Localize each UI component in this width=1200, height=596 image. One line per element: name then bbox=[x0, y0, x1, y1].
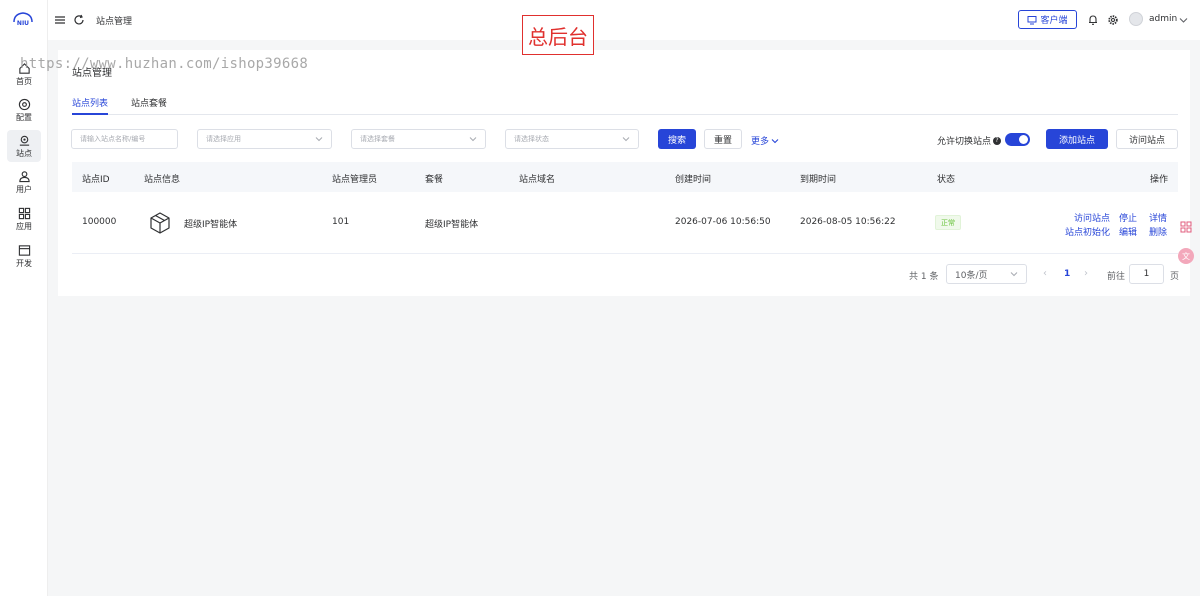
sidebar-item-sites[interactable]: 站点 bbox=[7, 130, 41, 162]
app-select-placeholder: 请选择应用 bbox=[206, 135, 241, 143]
site-name-input[interactable]: 请输入站点名称/编号 bbox=[71, 129, 178, 149]
sidebar-item-config[interactable]: 配置 bbox=[7, 94, 41, 126]
reset-button[interactable]: 重置 bbox=[704, 129, 742, 149]
th-status: 状态 bbox=[937, 175, 956, 185]
avatar[interactable] bbox=[1129, 12, 1143, 26]
site-name-placeholder: 请输入站点名称/编号 bbox=[80, 135, 146, 143]
sidebar-item-label: 应用 bbox=[16, 221, 32, 231]
logo-icon[interactable]: NIU bbox=[12, 10, 34, 28]
delete-link[interactable]: 删除 bbox=[1149, 225, 1167, 238]
stamp-label: 总后台 bbox=[522, 15, 594, 55]
th-actions: 操作 bbox=[1150, 175, 1169, 185]
breadcrumb: 站点管理 bbox=[96, 17, 133, 27]
chevron-down-icon bbox=[315, 137, 323, 142]
sidebar-item-label: 站点 bbox=[16, 148, 32, 158]
edit-link[interactable]: 编辑 bbox=[1119, 225, 1137, 238]
cell-created: 2026-07-06 10:56:50 bbox=[675, 217, 771, 227]
switch-site-label: 允许切换站点 ? bbox=[937, 134, 1002, 147]
settings-circle-icon bbox=[18, 98, 30, 110]
th-site-id: 站点ID bbox=[82, 175, 110, 185]
chevron-down-icon bbox=[771, 138, 779, 143]
goto-page-input[interactable]: 1 bbox=[1129, 264, 1164, 284]
goto-label: 前往 bbox=[1107, 272, 1126, 282]
visit-site-link[interactable]: 访问站点 bbox=[1074, 211, 1110, 224]
detail-link[interactable]: 详情 bbox=[1149, 211, 1167, 224]
th-created: 创建时间 bbox=[675, 175, 712, 185]
cube-icon bbox=[150, 212, 170, 234]
bell-icon[interactable] bbox=[1087, 14, 1099, 26]
prev-page-button[interactable]: ‹ bbox=[1043, 268, 1047, 279]
current-page[interactable]: 1 bbox=[1064, 269, 1070, 279]
th-domain: 站点域名 bbox=[519, 175, 556, 185]
package-select-placeholder: 请选择套餐 bbox=[360, 135, 395, 143]
sidebar-item-label: 用户 bbox=[16, 184, 32, 194]
package-select[interactable]: 请选择套餐 bbox=[351, 129, 486, 149]
more-filters-label: 更多 bbox=[751, 137, 770, 147]
chevron-down-icon bbox=[469, 137, 477, 142]
th-site-info: 站点信息 bbox=[144, 175, 181, 185]
tab-site-package[interactable]: 站点套餐 bbox=[131, 96, 167, 115]
site-init-link[interactable]: 站点初始化 bbox=[1065, 225, 1110, 238]
chevron-down-icon bbox=[622, 137, 630, 142]
cell-expires: 2026-08-05 10:56:22 bbox=[800, 217, 896, 227]
sidebar-item-label: 配置 bbox=[16, 112, 32, 122]
cell-site-admin: 101 bbox=[332, 217, 350, 227]
app-select[interactable]: 请选择应用 bbox=[197, 129, 332, 149]
username[interactable]: admin bbox=[1149, 14, 1177, 24]
logo-text: NIU bbox=[17, 20, 29, 27]
tab-site-list[interactable]: 站点列表 bbox=[72, 96, 109, 115]
refresh-icon[interactable] bbox=[73, 14, 85, 26]
location-icon bbox=[19, 135, 29, 146]
stop-link[interactable]: 停止 bbox=[1119, 211, 1137, 224]
sidebar-item-dev[interactable]: 开发 bbox=[7, 240, 41, 272]
monitor-icon bbox=[1027, 15, 1037, 24]
sidebar-item-users[interactable]: 用户 bbox=[7, 166, 41, 198]
chevron-down-icon bbox=[1010, 272, 1018, 277]
translate-widget-icon[interactable]: 文 bbox=[1178, 248, 1194, 264]
page-size-value: 10条/页 bbox=[955, 270, 988, 281]
gear-icon[interactable] bbox=[1107, 14, 1119, 26]
window-icon bbox=[18, 244, 30, 256]
more-filters-link[interactable]: 更多 bbox=[751, 134, 779, 147]
page-size-select[interactable]: 10条/页 bbox=[946, 264, 1027, 284]
help-icon[interactable]: ? bbox=[993, 136, 1002, 145]
table-header: 站点ID 站点信息 站点管理员 套餐 站点域名 创建时间 到期时间 状态 操作 bbox=[72, 162, 1178, 192]
top-header: 站点管理 客户端 admin bbox=[48, 0, 1200, 40]
sidebar-item-apps[interactable]: 应用 bbox=[7, 203, 41, 235]
add-site-button[interactable]: 添加站点 bbox=[1046, 129, 1108, 149]
page-suffix: 页 bbox=[1170, 272, 1180, 282]
th-package: 套餐 bbox=[425, 175, 444, 185]
search-button[interactable]: 搜索 bbox=[658, 129, 696, 149]
status-badge: 正常 bbox=[935, 215, 961, 230]
next-page-button[interactable]: › bbox=[1084, 268, 1088, 279]
sidebar: NIU 首页 配置 站点 用户 应用 开发 bbox=[0, 0, 48, 596]
cell-package: 超级IP智能体 bbox=[425, 220, 479, 230]
th-expires: 到期时间 bbox=[800, 175, 837, 185]
sidebar-item-label: 开发 bbox=[16, 258, 32, 268]
visit-site-button[interactable]: 访问站点 bbox=[1116, 129, 1178, 149]
client-button-label: 客户端 bbox=[1040, 16, 1068, 26]
client-button[interactable]: 客户端 bbox=[1018, 10, 1077, 29]
grid-widget-icon[interactable] bbox=[1178, 219, 1194, 235]
tab-bar: 站点列表 站点套餐 bbox=[72, 96, 1178, 115]
watermark: https://www.huzhan.com/ishop39668 bbox=[20, 56, 309, 72]
sidebar-item-label: 首页 bbox=[16, 76, 32, 86]
switch-site-toggle[interactable] bbox=[1005, 133, 1030, 146]
table-row: 100000 超级IP智能体 101 超级IP智能体 2026-07-06 10… bbox=[72, 192, 1178, 254]
cell-site-id: 100000 bbox=[82, 217, 117, 227]
th-site-admin: 站点管理员 bbox=[332, 175, 378, 185]
chevron-down-icon[interactable] bbox=[1179, 14, 1188, 26]
pagination-total: 共 1 条 bbox=[909, 272, 939, 282]
menu-icon[interactable] bbox=[54, 14, 66, 26]
status-select[interactable]: 请选择状态 bbox=[505, 129, 639, 149]
status-select-placeholder: 请选择状态 bbox=[514, 135, 549, 143]
cell-site-name: 超级IP智能体 bbox=[184, 220, 238, 230]
switch-site-text: 允许切换站点 bbox=[937, 137, 992, 147]
grid-icon bbox=[18, 207, 30, 219]
user-icon bbox=[18, 170, 30, 182]
switch-knob bbox=[1019, 135, 1028, 144]
